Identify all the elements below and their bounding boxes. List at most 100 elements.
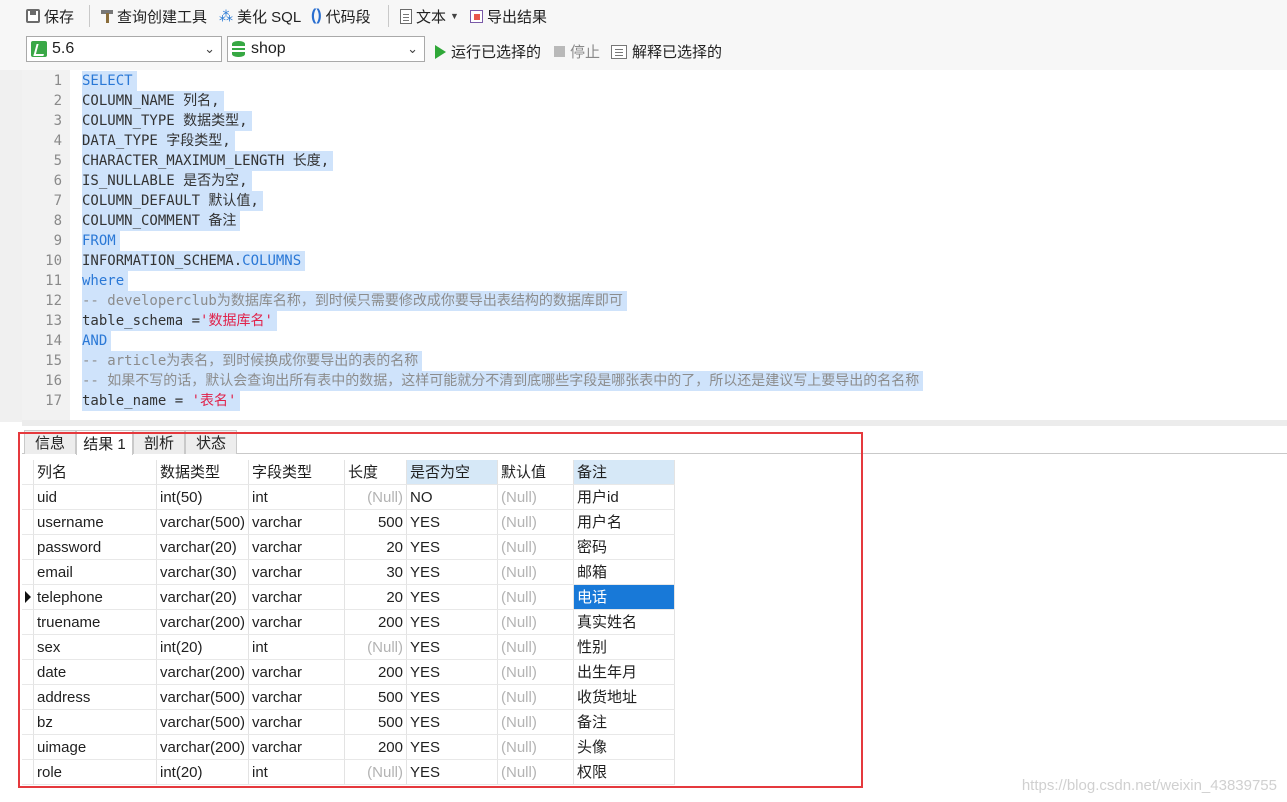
table-cell[interactable]: varchar(200) <box>157 735 249 760</box>
current-row-indicator-icon[interactable] <box>22 585 34 610</box>
table-cell[interactable]: 性别 <box>574 635 675 660</box>
row-marker[interactable] <box>22 760 34 785</box>
table-cell[interactable]: date <box>34 660 157 685</box>
table-cell[interactable]: 500 <box>345 510 407 535</box>
row-marker[interactable] <box>22 685 34 710</box>
table-cell[interactable]: 200 <box>345 660 407 685</box>
table-cell[interactable]: YES <box>407 660 498 685</box>
table-cell[interactable]: email <box>34 560 157 585</box>
table-cell[interactable]: 500 <box>345 710 407 735</box>
explain-selected-button[interactable]: 解释已选择的 <box>611 41 722 62</box>
table-cell[interactable]: int(50) <box>157 485 249 510</box>
column-header[interactable]: 默认值 <box>498 460 574 485</box>
table-cell[interactable]: role <box>34 760 157 785</box>
column-header[interactable]: 长度 <box>345 460 407 485</box>
table-cell[interactable]: varchar <box>249 710 345 735</box>
row-marker[interactable] <box>22 660 34 685</box>
table-row[interactable]: role int(20) int (Null) YES (Null) 权限 <box>22 760 675 785</box>
column-header[interactable]: 列名 <box>34 460 157 485</box>
table-cell[interactable]: (Null) <box>498 560 574 585</box>
table-cell[interactable]: YES <box>407 710 498 735</box>
row-marker[interactable] <box>22 735 34 760</box>
table-cell[interactable]: varchar <box>249 685 345 710</box>
table-cell[interactable]: YES <box>407 635 498 660</box>
table-cell[interactable]: 备注 <box>574 710 675 735</box>
table-cell[interactable]: varchar(30) <box>157 560 249 585</box>
tab-result-1[interactable]: 结果 1 <box>76 430 133 455</box>
table-cell[interactable]: varchar <box>249 510 345 535</box>
stop-button[interactable]: 停止 <box>554 41 600 62</box>
table-cell[interactable]: uimage <box>34 735 157 760</box>
table-cell[interactable]: YES <box>407 760 498 785</box>
table-cell[interactable]: varchar <box>249 610 345 635</box>
row-marker[interactable] <box>22 710 34 735</box>
table-cell[interactable]: (Null) <box>498 535 574 560</box>
table-cell[interactable]: 电话 <box>574 585 675 610</box>
table-cell[interactable]: telephone <box>34 585 157 610</box>
table-cell[interactable]: (Null) <box>498 610 574 635</box>
table-row[interactable]: username varchar(500) varchar 500 YES (Null) 用… <box>22 510 675 535</box>
table-cell[interactable]: (Null) <box>345 760 407 785</box>
table-cell[interactable]: varchar <box>249 735 345 760</box>
save-button[interactable]: 保存 <box>26 4 74 28</box>
row-marker[interactable] <box>22 485 34 510</box>
table-cell[interactable]: int <box>249 485 345 510</box>
table-row[interactable]: uid int(50) int (Null) NO (Null) 用户id <box>22 485 675 510</box>
table-row[interactable]: address varchar(500) varchar 500 YES (Null) 收货… <box>22 685 675 710</box>
table-cell[interactable]: varchar(500) <box>157 685 249 710</box>
row-marker[interactable] <box>22 560 34 585</box>
table-cell[interactable]: (Null) <box>498 685 574 710</box>
table-row[interactable]: uimage varchar(200) varchar 200 YES (Null) 头像 <box>22 735 675 760</box>
run-selected-button[interactable]: 运行已选择的 <box>435 41 541 62</box>
table-cell[interactable]: sex <box>34 635 157 660</box>
table-cell[interactable]: 200 <box>345 610 407 635</box>
table-cell[interactable]: varchar <box>249 585 345 610</box>
table-cell[interactable]: 500 <box>345 685 407 710</box>
table-cell[interactable]: (Null) <box>498 510 574 535</box>
table-cell[interactable]: YES <box>407 510 498 535</box>
query-builder-button[interactable]: 查询创建工具 <box>101 4 207 28</box>
table-cell[interactable]: YES <box>407 735 498 760</box>
table-cell[interactable]: NO <box>407 485 498 510</box>
table-cell[interactable]: varchar <box>249 560 345 585</box>
row-marker[interactable] <box>22 535 34 560</box>
table-cell[interactable]: YES <box>407 685 498 710</box>
table-cell[interactable]: 头像 <box>574 735 675 760</box>
table-cell[interactable]: (Null) <box>498 760 574 785</box>
text-menu-button[interactable]: 文本 ▼ <box>400 4 459 28</box>
table-cell[interactable]: (Null) <box>345 485 407 510</box>
code-snippet-button[interactable]: () 代码段 <box>311 4 371 28</box>
table-cell[interactable]: 真实姓名 <box>574 610 675 635</box>
export-results-button[interactable]: 导出结果 <box>470 4 547 28</box>
table-cell[interactable]: (Null) <box>498 635 574 660</box>
table-row[interactable]: email varchar(30) varchar 30 YES (Null) 邮箱 <box>22 560 675 585</box>
panel-splitter[interactable] <box>22 420 1287 426</box>
table-row[interactable]: telephone varchar(20) varchar 20 YES (Null) 电话 <box>22 585 675 610</box>
table-cell[interactable]: 密码 <box>574 535 675 560</box>
table-cell[interactable]: (Null) <box>498 660 574 685</box>
table-row[interactable]: date varchar(200) varchar 200 YES (Null) 出生年月 <box>22 660 675 685</box>
table-cell[interactable]: 用户名 <box>574 510 675 535</box>
tab-status[interactable]: 状态 <box>185 430 237 454</box>
table-cell[interactable]: 30 <box>345 560 407 585</box>
table-cell[interactable]: int <box>249 635 345 660</box>
table-cell[interactable]: (Null) <box>498 710 574 735</box>
column-header[interactable]: 字段类型 <box>249 460 345 485</box>
table-cell[interactable]: YES <box>407 535 498 560</box>
table-cell[interactable]: password <box>34 535 157 560</box>
table-row[interactable]: truename varchar(200) varchar 200 YES (Null) 真… <box>22 610 675 635</box>
table-cell[interactable]: uid <box>34 485 157 510</box>
table-cell[interactable]: address <box>34 685 157 710</box>
table-cell[interactable]: varchar(500) <box>157 710 249 735</box>
tab-profile[interactable]: 剖析 <box>133 430 185 454</box>
column-header[interactable]: 数据类型 <box>157 460 249 485</box>
table-cell[interactable]: (Null) <box>498 485 574 510</box>
table-row[interactable]: sex int(20) int (Null) YES (Null) 性别 <box>22 635 675 660</box>
table-cell[interactable]: 用户id <box>574 485 675 510</box>
table-cell[interactable]: YES <box>407 560 498 585</box>
table-cell[interactable]: 权限 <box>574 760 675 785</box>
table-cell[interactable]: bz <box>34 710 157 735</box>
table-cell[interactable]: varchar <box>249 535 345 560</box>
table-cell[interactable]: username <box>34 510 157 535</box>
table-cell[interactable]: varchar(200) <box>157 660 249 685</box>
